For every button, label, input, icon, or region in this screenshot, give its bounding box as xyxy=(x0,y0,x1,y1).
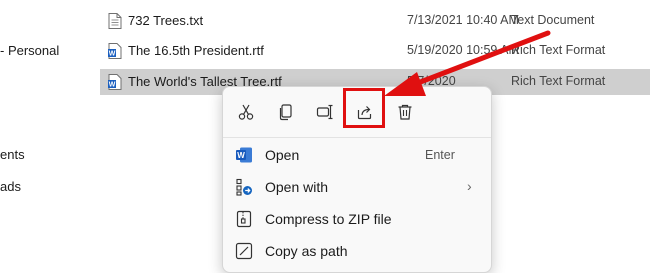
copy-icon xyxy=(279,104,292,121)
menu-item-copy-as-path[interactable]: Copy as path xyxy=(223,235,491,267)
menu-item-label: Open with xyxy=(265,179,329,195)
navigation-pane: - Personal ents ads xyxy=(0,0,90,257)
cut-button[interactable] xyxy=(230,97,262,127)
nav-item-documents[interactable]: ents xyxy=(0,147,25,162)
cut-icon xyxy=(238,104,254,120)
svg-text:W: W xyxy=(237,151,245,160)
svg-text:W: W xyxy=(109,51,116,58)
file-row[interactable]: W The 16.5th President.rtf 5/19/2020 10:… xyxy=(100,38,650,64)
file-name: The 16.5th President.rtf xyxy=(128,43,264,58)
file-name: 732 Trees.txt xyxy=(128,13,204,28)
svg-text:W: W xyxy=(109,82,116,89)
rename-icon xyxy=(316,104,333,120)
menu-item-label: Open xyxy=(265,147,300,163)
share-highlight-box xyxy=(343,88,385,128)
delete-button[interactable] xyxy=(389,97,421,127)
file-date: 7/13/2021 10:40 AM xyxy=(407,13,519,27)
delete-icon xyxy=(398,104,412,120)
menu-item-open[interactable]: W Open Enter xyxy=(223,139,491,171)
chevron-right-icon: › xyxy=(467,178,472,194)
file-type: Rich Text Format xyxy=(511,43,606,57)
copy-path-icon xyxy=(235,242,253,260)
word-file-icon: W xyxy=(108,74,122,90)
copy-button[interactable] xyxy=(270,97,302,127)
text-file-icon xyxy=(108,13,122,29)
file-type: Rich Text Format xyxy=(511,74,606,88)
open-with-icon xyxy=(236,178,252,196)
word-file-icon: W xyxy=(108,43,122,59)
nav-item-personal[interactable]: - Personal xyxy=(0,43,59,58)
zip-icon xyxy=(236,210,252,228)
menu-item-open-with[interactable]: Open with › xyxy=(223,171,491,203)
nav-item-downloads[interactable]: ads xyxy=(0,179,21,194)
word-icon: W xyxy=(236,147,252,163)
file-date: 5/19/2020 10:59 AM xyxy=(407,43,519,57)
menu-item-label: Compress to ZIP file xyxy=(265,211,392,227)
rename-button[interactable] xyxy=(309,97,341,127)
file-type: Text Document xyxy=(511,13,595,27)
menu-item-compress-zip[interactable]: Compress to ZIP file xyxy=(223,203,491,235)
file-row[interactable]: 732 Trees.txt 7/13/2021 10:40 AM Text Do… xyxy=(100,8,650,34)
menu-item-shortcut: Enter xyxy=(425,148,455,162)
menu-divider xyxy=(223,137,491,138)
